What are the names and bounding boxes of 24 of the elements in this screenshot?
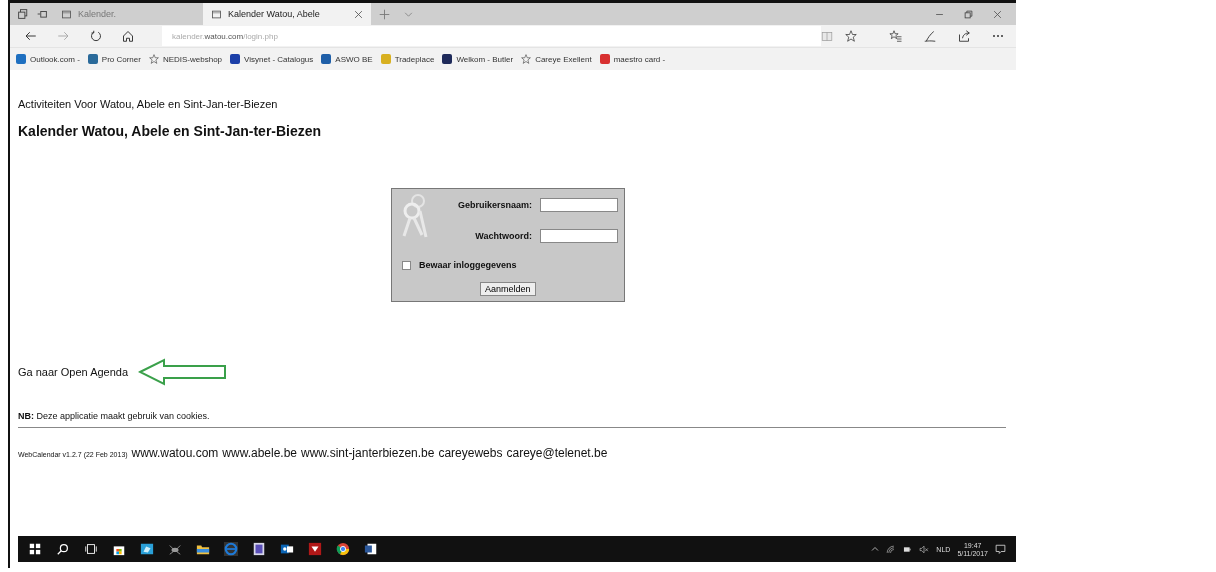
field-label: Gebruikersnaam: xyxy=(458,200,532,210)
favorite-link[interactable]: Tradeplace xyxy=(380,54,435,64)
footer-link[interactable]: careye@telenet.be xyxy=(506,446,608,460)
favorite-link[interactable]: maestro card - xyxy=(599,54,666,64)
favorite-link[interactable]: NEDIS-webshop xyxy=(148,54,223,64)
checkbox-label: Bewaar inloggegevens xyxy=(419,260,517,270)
favorite-link[interactable]: Visynet - Catalogus xyxy=(230,54,314,64)
agenda-link[interactable]: Ga naar Open Agenda xyxy=(18,366,129,378)
footer-link[interactable]: www.sint-janterbiezen.be xyxy=(301,446,435,460)
favorite-link[interactable]: ASWO BE xyxy=(321,54,373,64)
favorite-link[interactable]: Careye Exellent xyxy=(521,54,592,64)
browser-tab[interactable]: Kalender Watou, Abele xyxy=(203,3,371,25)
footer-link[interactable]: www.watou.com xyxy=(131,446,219,460)
footer-link[interactable]: www.abele.be xyxy=(222,446,298,460)
address-field[interactable]: kalender.watou.com/login.php xyxy=(162,26,821,46)
page-title: Kalender Watou, Abele en Sint-Jan-ter-Biezen xyxy=(18,123,323,139)
favorite-link[interactable]: Welkom - Butler xyxy=(442,54,514,64)
login-button[interactable]: Aanmelden xyxy=(480,282,536,296)
field-label: Wachtwoord: xyxy=(474,231,532,241)
favorite-link[interactable]: Pro Corner xyxy=(87,54,141,64)
favorite-link[interactable]: Outlook.com - xyxy=(16,54,80,64)
page-subtitle: Activiteiten Voor Watou, Abele en Sint-Jan-ter-Biezen xyxy=(18,98,279,110)
footer-link[interactable]: careyewebs xyxy=(438,446,503,460)
cookie-notice: NB: Deze applicatie maakt gebruik van cookies. xyxy=(18,411,211,421)
